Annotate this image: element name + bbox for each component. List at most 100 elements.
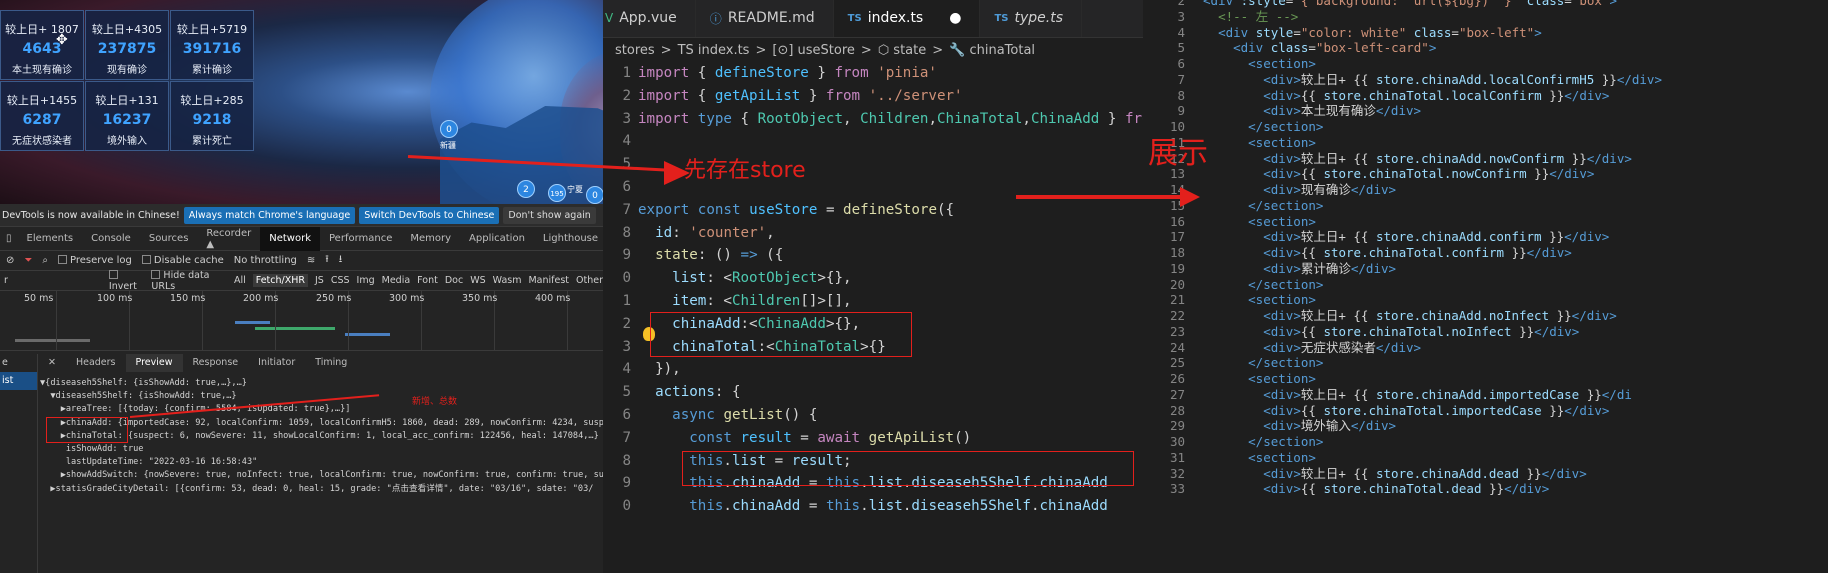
- json-tree-row[interactable]: ▼diseaseh5Shelf: {isShowAdd: true,…}: [40, 390, 603, 403]
- upload-icon[interactable]: ⭱: [325, 252, 329, 269]
- filter-type-button[interactable]: Other: [576, 275, 603, 286]
- code-line[interactable]: export const useStore = defineStore({: [638, 199, 954, 222]
- editor-tab[interactable]: TS index.ts ●: [833, 0, 981, 37]
- map-pin[interactable]: 2: [517, 180, 535, 198]
- detail-tab[interactable]: Initiator: [248, 354, 305, 372]
- code-line[interactable]: id: 'counter',: [638, 222, 775, 245]
- code-line[interactable]: }),: [638, 358, 681, 381]
- code-line[interactable]: <div class="box-left-card">: [1203, 40, 1436, 56]
- code-line[interactable]: </section>: [1203, 434, 1323, 450]
- dont-show-again-button[interactable]: Don't show again: [503, 206, 596, 224]
- code-line[interactable]: actions: {: [638, 381, 740, 404]
- editor-tab[interactable]: V App.vue: [603, 0, 696, 37]
- code-line[interactable]: <div>较上日+ {{ store.chinaAdd.confirm }}</…: [1203, 229, 1609, 245]
- code-line[interactable]: <section>: [1203, 56, 1316, 72]
- code-line[interactable]: <div>现有确诊</div>: [1203, 182, 1396, 198]
- code-line[interactable]: <div>{{ store.chinaTotal.noInfect }}</di…: [1203, 324, 1579, 340]
- devtools-tab[interactable]: Elements: [18, 233, 83, 244]
- code-line[interactable]: <div>较上日+ {{ store.chinaAdd.dead }}</div…: [1203, 466, 1587, 482]
- code-line[interactable]: <!-- 左 -->: [1203, 9, 1298, 25]
- code-line[interactable]: <section>: [1203, 214, 1316, 230]
- code-line[interactable]: <div>境外输入</div>: [1203, 418, 1396, 434]
- inspect-icon[interactable]: ▯: [0, 233, 18, 244]
- code-line[interactable]: <div>{{ store.chinaTotal.importedCase }}…: [1203, 403, 1609, 419]
- code-line[interactable]: <div>{{ store.chinaTotal.localConfirm }}…: [1203, 88, 1609, 104]
- code-line[interactable]: <section>: [1203, 135, 1316, 151]
- close-icon[interactable]: ✕: [38, 354, 66, 372]
- json-tree-row[interactable]: lastUpdateTime: "2022-03-16 16:58:43": [40, 456, 603, 469]
- map-pin[interactable]: 0: [586, 186, 604, 204]
- json-tree-row[interactable]: ▶statisGradeCityDetail: [{confirm: 53, d…: [40, 483, 603, 496]
- json-tree-row[interactable]: ▼{diseaseh5Shelf: {isShowAdd: true,…},…}: [40, 377, 603, 390]
- code-line[interactable]: <section>: [1203, 371, 1316, 387]
- throttling-select[interactable]: No throttling: [234, 255, 297, 266]
- filter-type-button[interactable]: Manifest: [528, 275, 569, 286]
- code-line[interactable]: <div>{{ store.chinaTotal.nowConfirm }}</…: [1203, 166, 1594, 182]
- code-line[interactable]: item: <Children[]>[],: [638, 290, 851, 313]
- code-line[interactable]: <div>{{ store.chinaTotal.confirm }}</div…: [1203, 245, 1572, 261]
- filter-type-button[interactable]: Wasm: [493, 275, 522, 286]
- detail-tab[interactable]: Preview: [125, 354, 183, 372]
- request-item[interactable]: ist: [0, 372, 37, 390]
- json-tree-row[interactable]: ▶areaTree: [{today: {confirm: 5584, isUp…: [40, 403, 603, 416]
- devtools-tab[interactable]: Application: [460, 233, 534, 244]
- breadcrumb-item[interactable]: 🔧 chinaTotal: [949, 43, 1035, 58]
- editor-tab[interactable]: TS type.ts: [980, 0, 1082, 37]
- code-line[interactable]: <div>本土现有确诊</div>: [1203, 103, 1421, 119]
- code-line[interactable]: </section>: [1203, 355, 1323, 371]
- map-pin[interactable]: 195: [548, 184, 566, 202]
- code-line[interactable]: <section>: [1203, 292, 1316, 308]
- wifi-icon[interactable]: ≋: [307, 255, 315, 266]
- detail-tab[interactable]: Headers: [66, 354, 126, 372]
- filter-type-button[interactable]: Media: [382, 275, 411, 286]
- filter-type-button[interactable]: Fetch/XHR: [252, 274, 308, 287]
- map-pin[interactable]: 0: [440, 120, 458, 138]
- filter-type-button[interactable]: Img: [357, 275, 375, 286]
- filter-type-button[interactable]: All: [234, 275, 246, 286]
- search-icon[interactable]: ⌕: [42, 255, 48, 266]
- code-line[interactable]: async getList() {: [638, 404, 817, 427]
- match-language-button[interactable]: Always match Chrome's language: [183, 206, 356, 224]
- json-tree-row[interactable]: isShowAdd: true: [40, 443, 603, 456]
- breadcrumb-item[interactable]: ⬡ state: [878, 43, 926, 58]
- code-line[interactable]: import type { RootObject, Children,China…: [638, 108, 1159, 131]
- download-icon[interactable]: ⭳: [339, 252, 343, 269]
- editor-tab[interactable]: ⓘ README.md: [696, 0, 834, 37]
- detail-tab[interactable]: Timing: [305, 354, 357, 372]
- code-line[interactable]: list: <RootObject>{},: [638, 267, 851, 290]
- filter-icon[interactable]: ⏷: [24, 255, 32, 266]
- filter-input[interactable]: r: [4, 275, 102, 286]
- devtools-tab[interactable]: Memory: [401, 233, 460, 244]
- devtools-tab[interactable]: Sources: [140, 233, 198, 244]
- filter-type-button[interactable]: Font: [417, 275, 438, 286]
- code-line[interactable]: <section>: [1203, 450, 1316, 466]
- filter-type-button[interactable]: Doc: [445, 275, 463, 286]
- code-line[interactable]: <div>较上日+ {{ store.chinaAdd.nowConfirm }…: [1203, 151, 1632, 167]
- devtools-tab[interactable]: Recorder ▲: [197, 228, 260, 250]
- code-line[interactable]: </section>: [1203, 277, 1323, 293]
- hide-data-urls-checkbox[interactable]: Hide data URLs: [151, 269, 227, 292]
- json-tree-row[interactable]: ▶showAddSwitch: {nowSevere: true, noInfe…: [40, 469, 603, 482]
- filter-type-button[interactable]: CSS: [331, 275, 350, 286]
- code-line[interactable]: <div>较上日+ {{ store.chinaAdd.importedCase…: [1203, 387, 1632, 403]
- code-line[interactable]: this.chinaAdd = this.list.diseaseh5Shelf…: [638, 495, 1108, 518]
- breadcrumb-item[interactable]: stores: [615, 43, 655, 58]
- filter-type-button[interactable]: WS: [470, 275, 485, 286]
- network-timeline[interactable]: 50 ms 100 ms 150 ms 200 ms 250 ms 300 ms 350 m…: [0, 291, 603, 351]
- breadcrumb-item[interactable]: [⊙] useStore: [772, 43, 855, 58]
- request-item[interactable]: e: [0, 354, 37, 372]
- filter-type-button[interactable]: JS: [315, 275, 324, 286]
- devtools-tab[interactable]: Lighthouse: [534, 233, 607, 244]
- code-line[interactable]: <div :style="{ background: `url(${bg})` …: [1203, 0, 1617, 9]
- code-line[interactable]: <div>{{ store.chinaTotal.dead }}</div>: [1203, 481, 1549, 497]
- invert-checkbox[interactable]: Invert: [108, 269, 145, 292]
- preserve-log-checkbox[interactable]: Preserve log: [58, 255, 132, 266]
- code-line[interactable]: </section>: [1203, 119, 1323, 135]
- record-icon[interactable]: ⊘: [6, 255, 14, 266]
- code-line[interactable]: </section>: [1203, 198, 1323, 214]
- disable-cache-checkbox[interactable]: Disable cache: [141, 255, 224, 266]
- code-line[interactable]: import { defineStore } from 'pinia': [638, 62, 937, 85]
- unsaved-dot-icon[interactable]: ●: [949, 10, 961, 26]
- breadcrumb-item[interactable]: TS index.ts: [678, 43, 750, 58]
- code-line[interactable]: <div>较上日+ {{ store.chinaAdd.noInfect }}<…: [1203, 308, 1617, 324]
